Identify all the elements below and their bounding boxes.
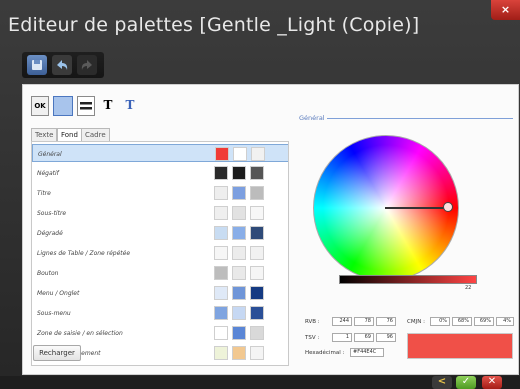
color-swatch[interactable] (214, 246, 228, 260)
title-bar: Editeur de palettes [Gentle _Light (Copi… (0, 0, 520, 46)
ok-toggle[interactable]: OK (31, 96, 49, 116)
ok-icon[interactable]: ✓ (456, 376, 476, 389)
list-item-label: Menu / Onglet (37, 290, 80, 297)
list-item[interactable]: Menu / Onglet (32, 284, 288, 302)
brightness-value: 22 (465, 285, 472, 291)
reload-button[interactable]: Recharger (33, 345, 81, 361)
cmjn-m-field[interactable]: 68% (452, 317, 472, 326)
list-item[interactable]: Négatif (32, 164, 288, 182)
color-preview (407, 333, 513, 359)
hex-label: Hexadécimal : (305, 350, 345, 356)
color-swatch[interactable] (250, 246, 264, 260)
section-divider (327, 118, 513, 119)
palette-editor-window: Editeur de palettes [Gentle _Light (Copi… (0, 0, 520, 389)
tab-texte[interactable]: Texte (31, 128, 58, 142)
cancel-icon[interactable]: ✕ (482, 376, 502, 389)
tab-cadre[interactable]: Cadre (81, 128, 110, 142)
color-picker-handle[interactable] (443, 202, 453, 212)
rvb-g-field[interactable]: 78 (354, 317, 374, 326)
color-swatch[interactable] (250, 286, 264, 300)
back-icon[interactable]: < (432, 376, 452, 389)
window-title: Editeur de palettes [Gentle _Light (Copi… (8, 14, 420, 36)
list-item-label: Négatif (37, 170, 59, 177)
list-item-label: Lignes de Table / Zone répétée (37, 250, 131, 257)
color-swatch[interactable] (214, 166, 228, 180)
list-item-label: Titre (37, 190, 51, 197)
color-swatch[interactable] (232, 206, 246, 220)
color-swatch[interactable] (214, 266, 228, 280)
list-item[interactable]: Sous-menu (32, 304, 288, 322)
color-swatch[interactable] (232, 306, 246, 320)
redo-icon[interactable] (77, 55, 97, 75)
rvb-label: RVB : (305, 319, 320, 325)
section-title: Général (299, 114, 325, 122)
color-swatch[interactable] (251, 147, 265, 161)
rvb-b-field[interactable]: 76 (376, 317, 396, 326)
color-swatch[interactable] (233, 147, 247, 161)
color-swatch[interactable] (232, 226, 246, 240)
color-role-list: Général Négatif Titre Sous-titre Dégradé Lign… (31, 141, 289, 366)
list-item-label: Général (38, 151, 62, 158)
list-item-label: Zone de saisie / en sélection (37, 330, 123, 337)
list-item-label: Dégradé (37, 230, 63, 237)
list-item[interactable]: Bouton (32, 264, 288, 282)
editor-panel: OK T T Texte Fond Cadre Général Négatif Ti… (22, 84, 519, 375)
color-swatch[interactable] (214, 186, 228, 200)
text-mode-button[interactable]: T (99, 96, 117, 116)
list-item[interactable]: Titre (32, 184, 288, 202)
list-item-label: Bouton (37, 270, 59, 277)
save-icon[interactable] (27, 55, 47, 75)
color-swatch[interactable] (232, 286, 246, 300)
brightness-slider[interactable] (339, 275, 477, 284)
cmjn-n-field[interactable]: 4% (496, 317, 514, 326)
list-item-label: Sous-titre (37, 210, 67, 217)
text-color-mode-button[interactable]: T (121, 96, 139, 116)
list-item[interactable]: Zone de saisie / en sélection (32, 324, 288, 342)
color-swatch[interactable] (250, 346, 264, 360)
color-swatch[interactable] (215, 147, 229, 161)
cmjn-j-field[interactable]: 69% (474, 317, 494, 326)
tsv-t-field[interactable]: 1 (332, 333, 352, 342)
color-swatch[interactable] (214, 286, 228, 300)
list-item[interactable]: Sous-titre (32, 204, 288, 222)
color-swatch[interactable] (214, 306, 228, 320)
tsv-v-field[interactable]: 96 (376, 333, 396, 342)
tsv-label: TSV : (305, 335, 320, 341)
color-swatch[interactable] (214, 346, 228, 360)
list-item-label: Sous-menu (37, 310, 71, 317)
color-swatch[interactable] (250, 186, 264, 200)
color-swatch[interactable] (250, 326, 264, 340)
list-item[interactable]: Dégradé (32, 224, 288, 242)
color-swatch[interactable] (232, 166, 246, 180)
color-swatch[interactable] (214, 206, 228, 220)
color-swatch[interactable] (250, 226, 264, 240)
hex-field[interactable]: #F44E4C (350, 348, 384, 357)
toolbar (22, 52, 104, 78)
color-swatch[interactable] (250, 266, 264, 280)
color-swatch[interactable] (232, 346, 246, 360)
color-swatch[interactable] (250, 166, 264, 180)
close-button[interactable]: × (491, 0, 520, 20)
undo-icon[interactable] (52, 55, 72, 75)
list-item[interactable]: Lignes de Table / Zone répétée (32, 244, 288, 262)
hue-indicator-line (385, 207, 447, 209)
tsv-s-field[interactable]: 69 (354, 333, 374, 342)
color-swatch[interactable] (214, 326, 228, 340)
color-swatch[interactable] (250, 306, 264, 320)
color-swatch[interactable] (250, 206, 264, 220)
color-swatch[interactable] (232, 186, 246, 200)
cmjn-c-field[interactable]: 0% (430, 317, 450, 326)
background-mode-button[interactable] (53, 96, 73, 116)
border-mode-button[interactable] (77, 96, 95, 116)
list-item[interactable]: Général (32, 144, 288, 162)
cmjn-label: CMJN : (407, 319, 425, 325)
color-swatch[interactable] (232, 266, 246, 280)
color-swatch[interactable] (232, 326, 246, 340)
rvb-r-field[interactable]: 244 (332, 317, 352, 326)
color-swatch[interactable] (232, 246, 246, 260)
color-swatch[interactable] (214, 226, 228, 240)
